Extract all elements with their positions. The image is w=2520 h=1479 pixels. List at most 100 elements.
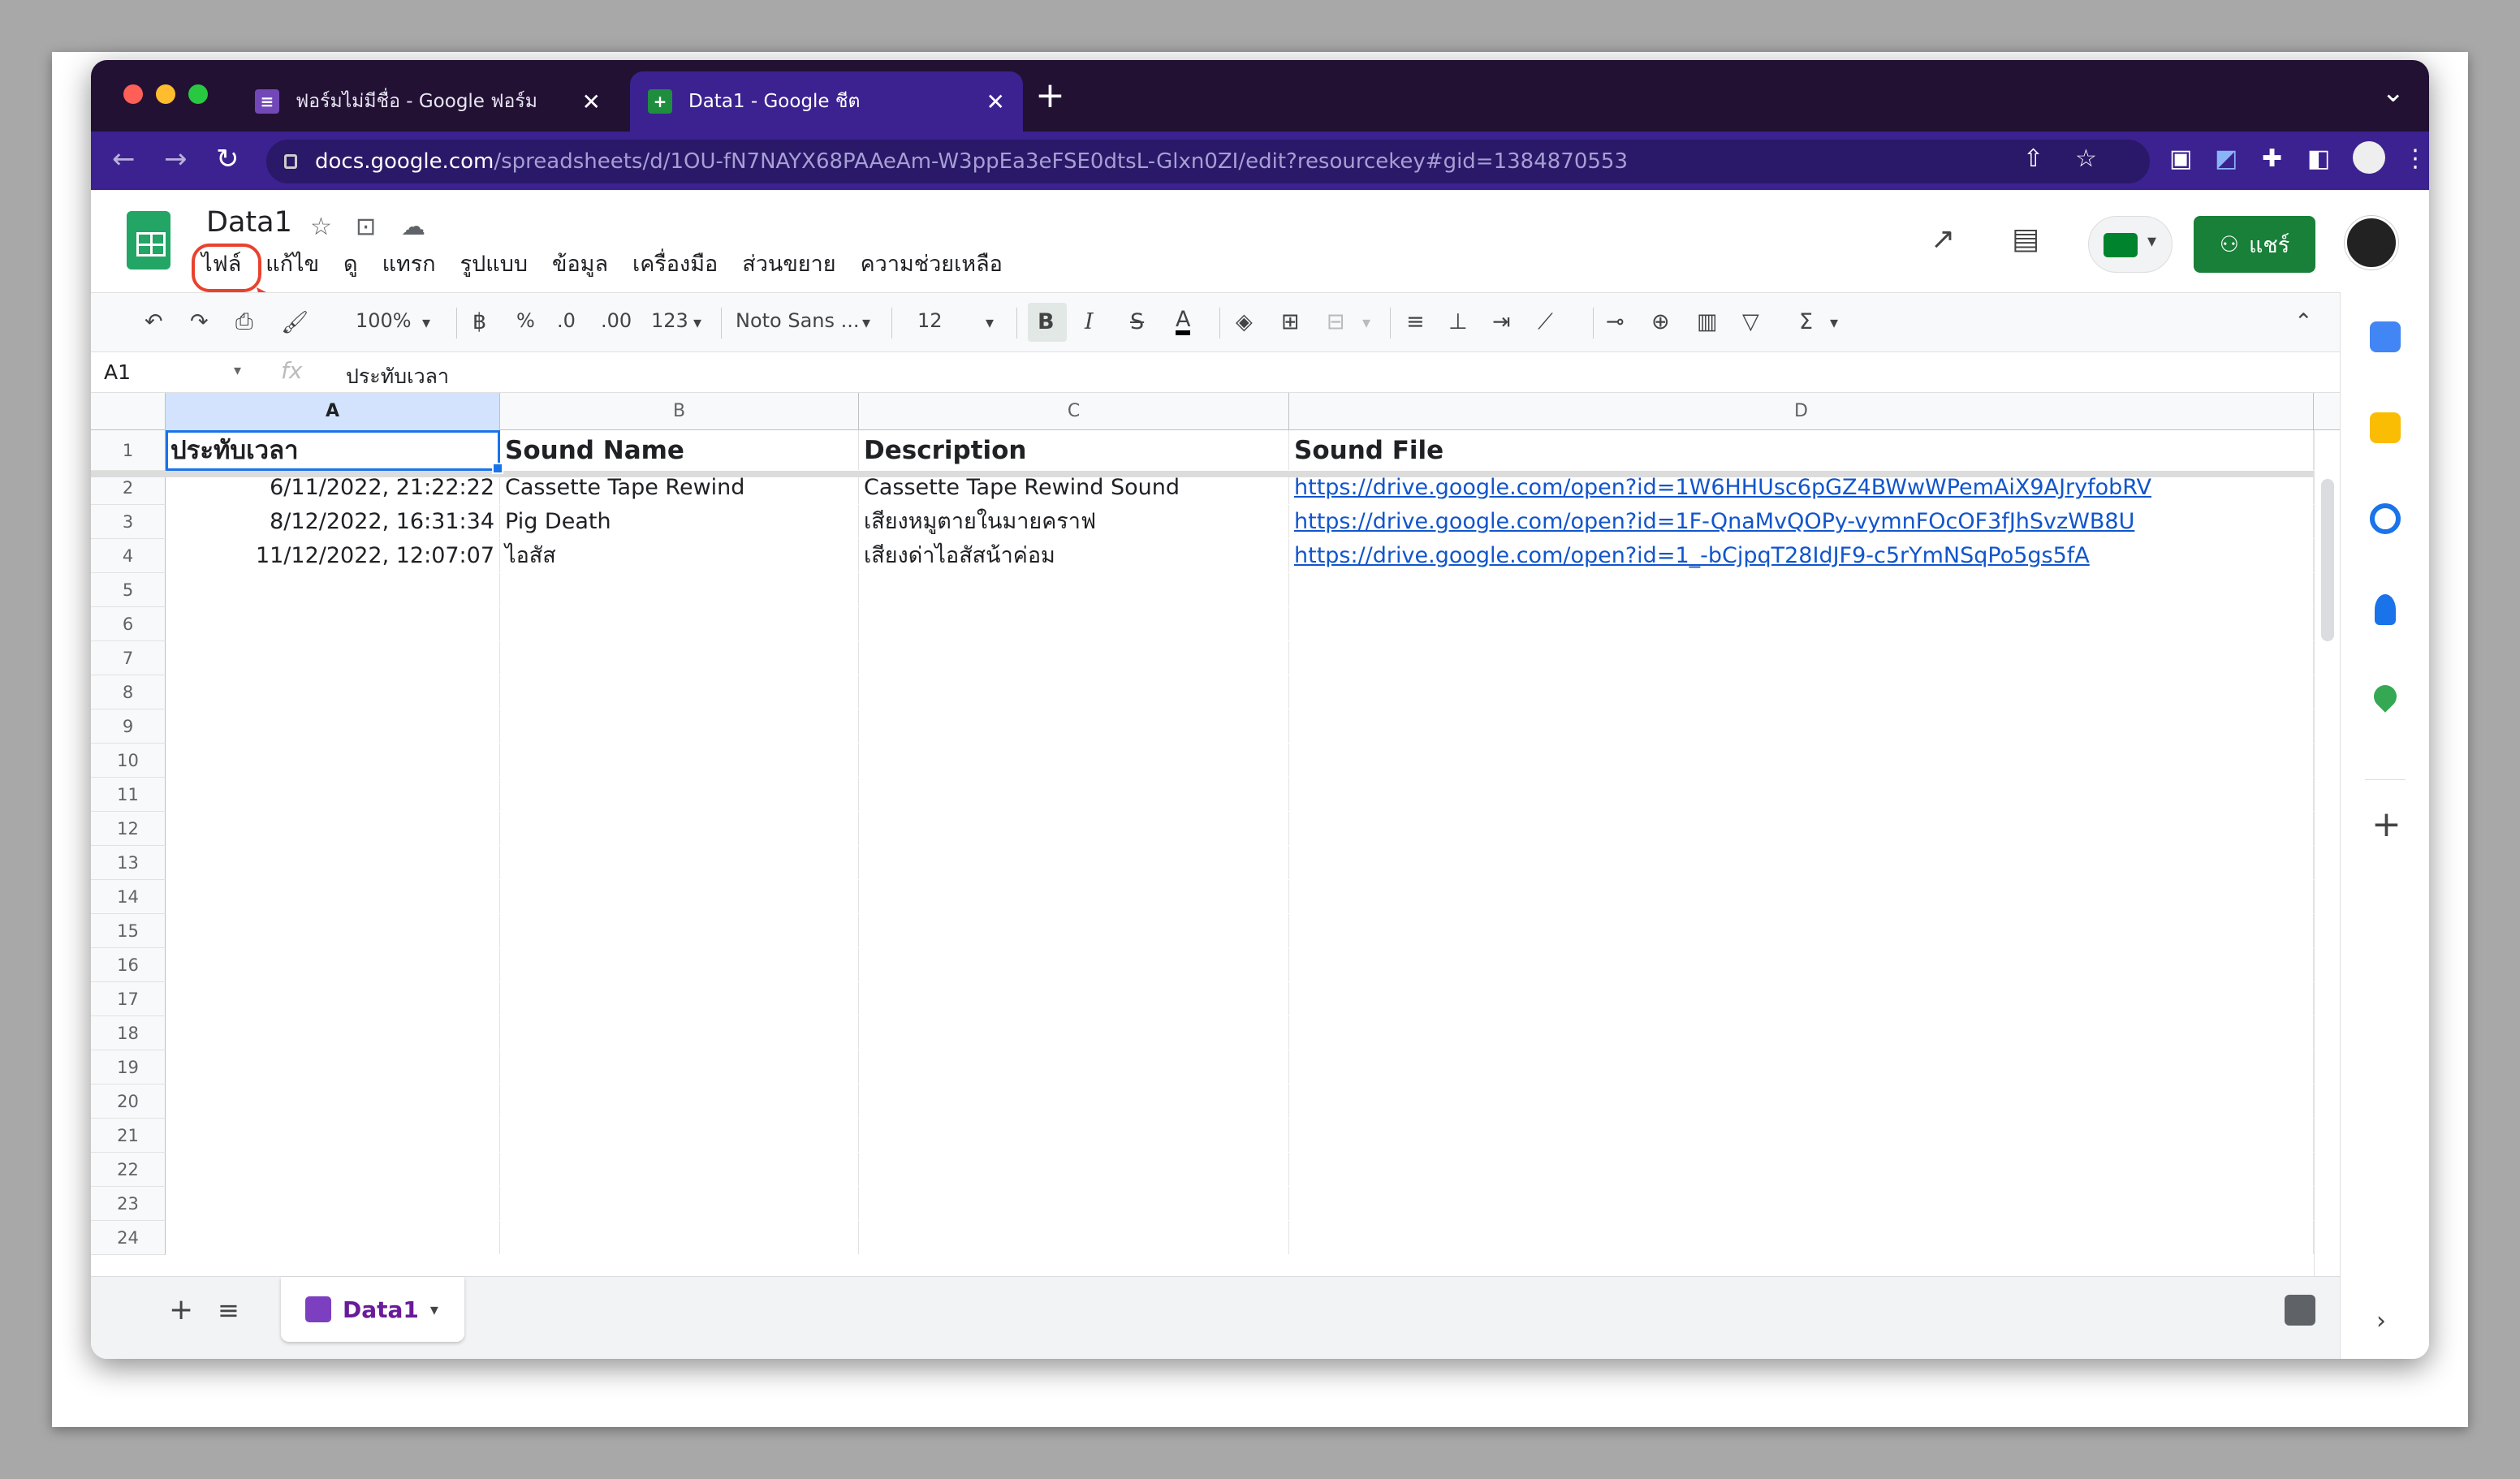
empty-cell[interactable] [859,1187,1289,1220]
empty-cell[interactable] [166,1016,500,1050]
sheet-tab-data1[interactable]: Data1 ▾ [281,1277,464,1342]
bold-button[interactable]: B [1038,309,1055,334]
empty-cell[interactable] [859,573,1289,606]
translate-icon[interactable]: ◩ [2215,144,2237,173]
empty-cell[interactable] [166,948,500,981]
empty-cell[interactable] [166,982,500,1015]
paint-format-icon[interactable]: 🖌 [281,309,309,335]
text-wrap-icon[interactable]: ⇥ [1492,309,1511,334]
cell-sound-file[interactable]: https://drive.google.com/open?id=1F-QnaM… [1289,505,2314,538]
empty-cell[interactable] [500,1187,859,1220]
row-number[interactable]: 8 [91,675,166,709]
empty-cell[interactable] [500,1221,859,1254]
empty-cell[interactable] [166,1221,500,1254]
formula-input[interactable]: ประทับเวลา [346,360,449,393]
insert-comment-icon[interactable]: ⊕ [1651,309,1670,334]
share-page-icon[interactable]: ⇧ [2023,144,2043,173]
increase-decimal-button[interactable]: .00 [601,309,632,332]
redo-icon[interactable]: ↷ [190,309,209,334]
empty-cell[interactable] [166,573,500,606]
empty-cell[interactable] [859,778,1289,811]
header-cell-sound-file[interactable]: Sound File [1289,430,2314,470]
row-number[interactable]: 7 [91,641,166,675]
header-cell-description[interactable]: Description [859,430,1289,470]
reload-icon[interactable]: ↻ [216,143,239,175]
empty-cell[interactable] [166,1084,500,1118]
decrease-decimal-button[interactable]: .0 [557,309,576,332]
filter-icon[interactable]: ▽ [1742,309,1759,334]
empty-cell[interactable] [166,778,500,811]
empty-cell[interactable] [500,1084,859,1118]
contacts-icon[interactable] [2375,594,2396,625]
column-header-d[interactable]: D [1289,393,2314,430]
cell-sound-name[interactable]: Pig Death [500,505,859,538]
empty-cell[interactable] [1289,1050,2314,1084]
empty-cell[interactable] [859,1016,1289,1050]
empty-cell[interactable] [1289,675,2314,709]
empty-cell[interactable] [166,744,500,777]
empty-cell[interactable] [859,948,1289,981]
zoom-window-button[interactable] [188,84,208,104]
close-window-button[interactable] [123,84,143,104]
extensions-icon[interactable]: ✚ [2262,144,2282,173]
row-number[interactable]: 16 [91,948,166,982]
comments-icon[interactable]: ▤ [2012,222,2039,256]
row-number[interactable]: 9 [91,709,166,744]
row-number[interactable]: 12 [91,812,166,846]
empty-cell[interactable] [1289,1187,2314,1220]
row-number[interactable]: 1 [91,430,166,471]
strikethrough-button[interactable]: S [1130,309,1144,334]
empty-cell[interactable] [859,880,1289,913]
row-number[interactable]: 21 [91,1119,166,1153]
empty-cell[interactable] [859,744,1289,777]
empty-cell[interactable] [500,709,859,743]
tab-search-chevron-icon[interactable]: ⌄ [2382,76,2406,109]
horizontal-align-icon[interactable]: ≡ [1406,309,1425,334]
row-number[interactable]: 15 [91,914,166,948]
empty-cell[interactable] [500,1016,859,1050]
empty-cell[interactable] [859,812,1289,845]
explore-icon[interactable] [2285,1295,2315,1326]
empty-cell[interactable] [859,1221,1289,1254]
vertical-align-icon[interactable]: ⊥ [1448,309,1468,334]
empty-cell[interactable] [1289,846,2314,879]
account-avatar[interactable] [2345,216,2398,269]
cell-timestamp[interactable]: 8/12/2022, 16:31:34 [166,505,500,538]
print-icon[interactable]: ⎙ [235,309,253,335]
empty-cell[interactable] [500,1153,859,1186]
calendar-icon[interactable] [2370,321,2401,352]
collapse-menus-icon[interactable]: ⌃ [2294,309,2313,334]
close-icon[interactable]: ✕ [986,88,1005,115]
empty-cell[interactable] [166,812,500,845]
scrollbar-thumb[interactable] [2321,479,2334,641]
undo-icon[interactable]: ↶ [145,309,163,334]
italic-button[interactable]: I [1085,309,1094,334]
cell-timestamp[interactable]: 11/12/2022, 12:07:07 [166,539,500,572]
row-number[interactable]: 4 [91,539,166,573]
picture-in-picture-icon[interactable]: ▣ [2169,144,2192,173]
get-addons-icon[interactable]: + [2371,804,2401,845]
profile-avatar[interactable] [2353,141,2385,174]
row-number[interactable]: 14 [91,880,166,914]
empty-cell[interactable] [1289,812,2314,845]
row-number[interactable]: 22 [91,1153,166,1187]
empty-cell[interactable] [1289,641,2314,675]
empty-cell[interactable] [859,846,1289,879]
empty-cell[interactable] [1289,1016,2314,1050]
maps-icon[interactable] [2369,680,2401,713]
empty-cell[interactable] [1289,709,2314,743]
chevron-down-icon[interactable]: ▾ [234,362,241,379]
empty-cell[interactable] [500,982,859,1015]
empty-cell[interactable] [859,641,1289,675]
insert-link-icon[interactable]: ⊸ [1606,309,1625,334]
empty-cell[interactable] [1289,1084,2314,1118]
empty-cell[interactable] [166,1050,500,1084]
empty-cell[interactable] [1289,744,2314,777]
column-header-a[interactable]: A [166,393,500,430]
empty-cell[interactable] [500,744,859,777]
empty-cell[interactable] [1289,778,2314,811]
empty-cell[interactable] [500,1050,859,1084]
chevron-down-icon[interactable]: ▾ [1362,313,1370,332]
empty-cell[interactable] [1289,607,2314,640]
empty-cell[interactable] [166,880,500,913]
